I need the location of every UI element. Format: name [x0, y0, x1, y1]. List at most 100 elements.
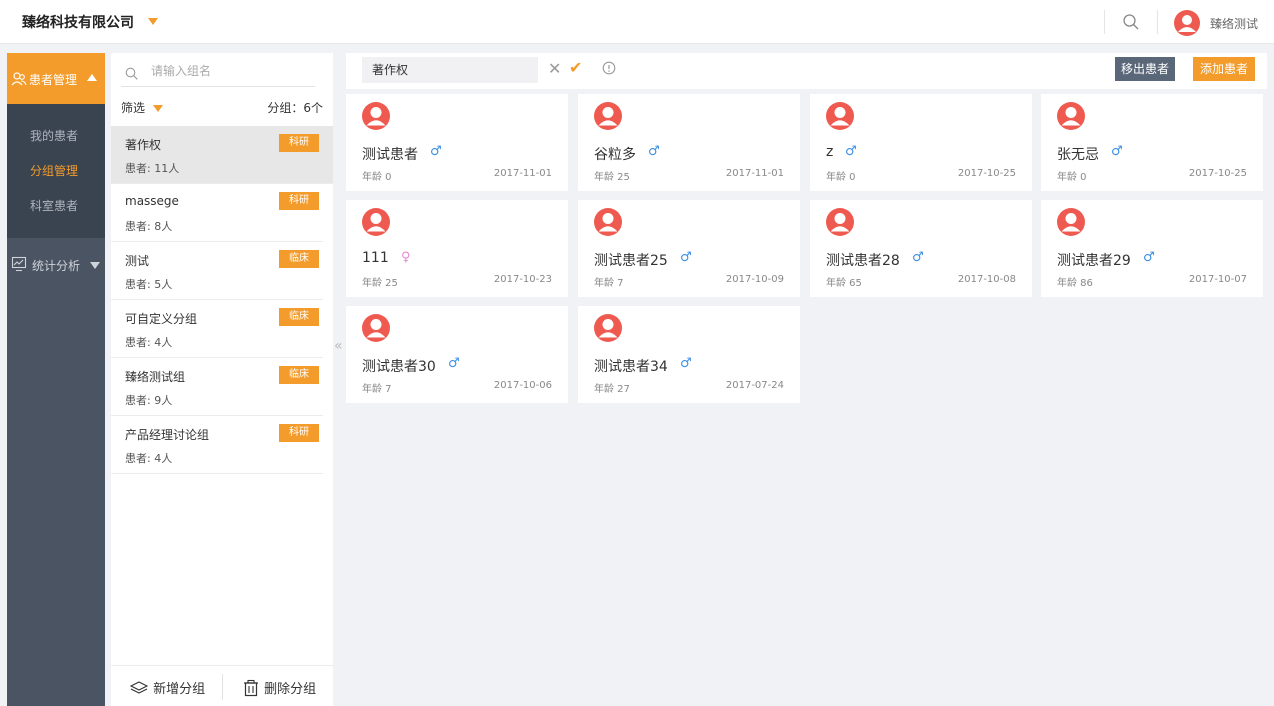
gender-male-icon: ♂	[845, 144, 857, 159]
avatar-icon	[826, 102, 854, 130]
patient-card[interactable]: 测试患者 ♂ 年龄 0 2017-11-01	[346, 94, 568, 191]
group-name: 臻络测试组	[125, 370, 186, 384]
patient-age: 年龄 7	[594, 278, 624, 289]
group-patient-count: 患者: 4人	[125, 452, 173, 465]
patient-name: 测试患者34	[594, 359, 668, 375]
avatar-icon	[1057, 208, 1085, 236]
patient-card[interactable]: 张无忌 ♂ 年龄 0 2017-10-25	[1041, 94, 1263, 191]
avatar-icon	[1057, 102, 1085, 130]
collapse-up-icon	[87, 74, 97, 81]
sidebar-item-my-patients[interactable]: 我的患者	[30, 127, 78, 144]
patient-date: 2017-10-07	[1188, 274, 1247, 285]
patient-name: z	[826, 144, 834, 160]
group-item[interactable]: massege 患者: 8人 科研	[111, 184, 323, 242]
patient-age: 年龄 86	[1057, 278, 1093, 289]
group-item[interactable]: 产品经理讨论组 患者: 4人 科研	[111, 416, 323, 474]
group-patient-count: 患者: 8人	[125, 220, 173, 233]
filter-label[interactable]: 筛选	[121, 99, 145, 116]
group-search	[121, 59, 315, 87]
avatar-icon	[362, 314, 390, 342]
patient-card[interactable]: 测试患者34 ♂ 年龄 27 2017-07-24	[578, 306, 800, 403]
group-item[interactable]: 著作权 患者: 11人 科研	[111, 126, 333, 184]
gender-male-icon: ♂	[430, 144, 442, 159]
gender-male-icon: ♂	[1111, 144, 1123, 159]
gender-male-icon: ♂	[648, 144, 660, 159]
patient-age: 年龄 25	[594, 172, 630, 183]
group-item[interactable]: 臻络测试组 患者: 9人 临床	[111, 358, 323, 416]
close-icon[interactable]: ✕	[548, 59, 561, 78]
search-icon[interactable]	[1122, 13, 1140, 31]
group-patient-count: 患者: 11人	[125, 162, 180, 175]
patient-card[interactable]: 测试患者30 ♂ 年龄 7 2017-10-06	[346, 306, 568, 403]
group-tag: 临床	[279, 366, 319, 384]
expand-down-icon	[90, 262, 100, 269]
patient-card[interactable]: 测试患者25 ♂ 年龄 7 2017-10-09	[578, 200, 800, 297]
users-icon	[11, 72, 27, 86]
patient-age: 年龄 0	[826, 172, 856, 183]
user-avatar-icon[interactable]	[1174, 10, 1200, 36]
patient-name: 测试患者	[362, 147, 418, 163]
group-patient-count: 患者: 5人	[125, 278, 173, 291]
patient-date: 2017-10-06	[493, 380, 552, 391]
trash-icon	[244, 679, 258, 697]
gender-male-icon: ♂	[448, 356, 460, 371]
patient-age: 年龄 27	[594, 384, 630, 395]
group-tag: 临床	[279, 250, 319, 268]
group-footer: 新增分组 删除分组	[111, 665, 333, 706]
patient-date: 2017-10-23	[493, 274, 552, 285]
avatar-icon	[594, 314, 622, 342]
sidebar-section-label: 患者管理	[29, 73, 78, 87]
patient-date: 2017-10-09	[725, 274, 784, 285]
group-name: massege	[125, 194, 179, 208]
company-name[interactable]: 臻络科技有限公司	[22, 12, 134, 32]
avatar-icon	[594, 102, 622, 130]
sidebar-section-statistics[interactable]: 统计分析	[7, 243, 105, 287]
avatar-icon	[594, 208, 622, 236]
company-dropdown-icon[interactable]	[148, 18, 158, 25]
sidebar-item-group-management[interactable]: 分组管理	[30, 162, 78, 179]
group-tag: 科研	[279, 424, 319, 442]
divider	[1104, 10, 1105, 34]
user-name[interactable]: 臻络测试	[1210, 15, 1258, 32]
patient-name: 111	[362, 250, 389, 266]
patient-date: 2017-10-08	[957, 274, 1016, 285]
patient-card[interactable]: 测试患者28 ♂ 年龄 65 2017-10-08	[810, 200, 1032, 297]
sidebar-item-department-patients[interactable]: 科室患者	[30, 197, 78, 214]
patient-age: 年龄 0	[362, 172, 392, 183]
collapse-panel-icon[interactable]: «	[334, 338, 343, 354]
group-count: 分组：6个	[267, 101, 323, 115]
delete-group-button[interactable]: 删除分组	[242, 678, 316, 697]
patient-card[interactable]: 测试患者29 ♂ 年龄 86 2017-10-07	[1041, 200, 1263, 297]
group-item[interactable]: 可自定义分组 患者: 4人 临床	[111, 300, 323, 358]
filter-dropdown-icon[interactable]	[153, 105, 163, 112]
add-patient-button[interactable]: 添加患者	[1193, 57, 1255, 81]
patient-name: 测试患者30	[362, 359, 436, 375]
patient-card[interactable]: 111 ♀ 年龄 25 2017-10-23	[346, 200, 568, 297]
sidebar-section-patients[interactable]: 患者管理	[7, 53, 105, 104]
patient-name: 张无忌	[1057, 147, 1099, 163]
layers-icon	[129, 681, 149, 694]
avatar-icon	[362, 208, 390, 236]
group-item[interactable]: 测试 患者: 5人 临床	[111, 242, 323, 300]
patient-date: 2017-11-01	[725, 168, 784, 179]
group-name: 产品经理讨论组	[125, 428, 210, 442]
patient-name: 测试患者25	[594, 253, 668, 269]
gender-male-icon: ♂	[1143, 250, 1155, 265]
patient-card[interactable]: z ♂ 年龄 0 2017-10-25	[810, 94, 1032, 191]
search-icon	[125, 67, 138, 80]
sidebar-submenu: 我的患者 分组管理 科室患者	[7, 104, 105, 238]
group-toolbar: 著作权 ✕ ✔ 移出患者 添加患者	[346, 53, 1267, 89]
group-name-input[interactable]: 著作权	[362, 57, 538, 83]
group-panel: 筛选 分组：6个 著作权 患者: 11人 科研 massege 患者: 8人 科…	[111, 53, 333, 706]
patient-age: 年龄 7	[362, 384, 392, 395]
remove-patient-button[interactable]: 移出患者	[1115, 57, 1175, 81]
info-icon[interactable]	[602, 61, 616, 75]
group-patient-count: 患者: 9人	[125, 394, 173, 407]
patient-name: 测试患者29	[1057, 253, 1131, 269]
group-search-input[interactable]	[151, 64, 311, 78]
patient-card[interactable]: 谷粒多 ♂ 年龄 25 2017-11-01	[578, 94, 800, 191]
add-group-button[interactable]: 新增分组	[129, 678, 205, 697]
group-patient-count: 患者: 4人	[125, 336, 173, 349]
top-bar: 臻络科技有限公司 臻络测试	[0, 0, 1274, 44]
check-icon[interactable]: ✔	[569, 58, 582, 77]
